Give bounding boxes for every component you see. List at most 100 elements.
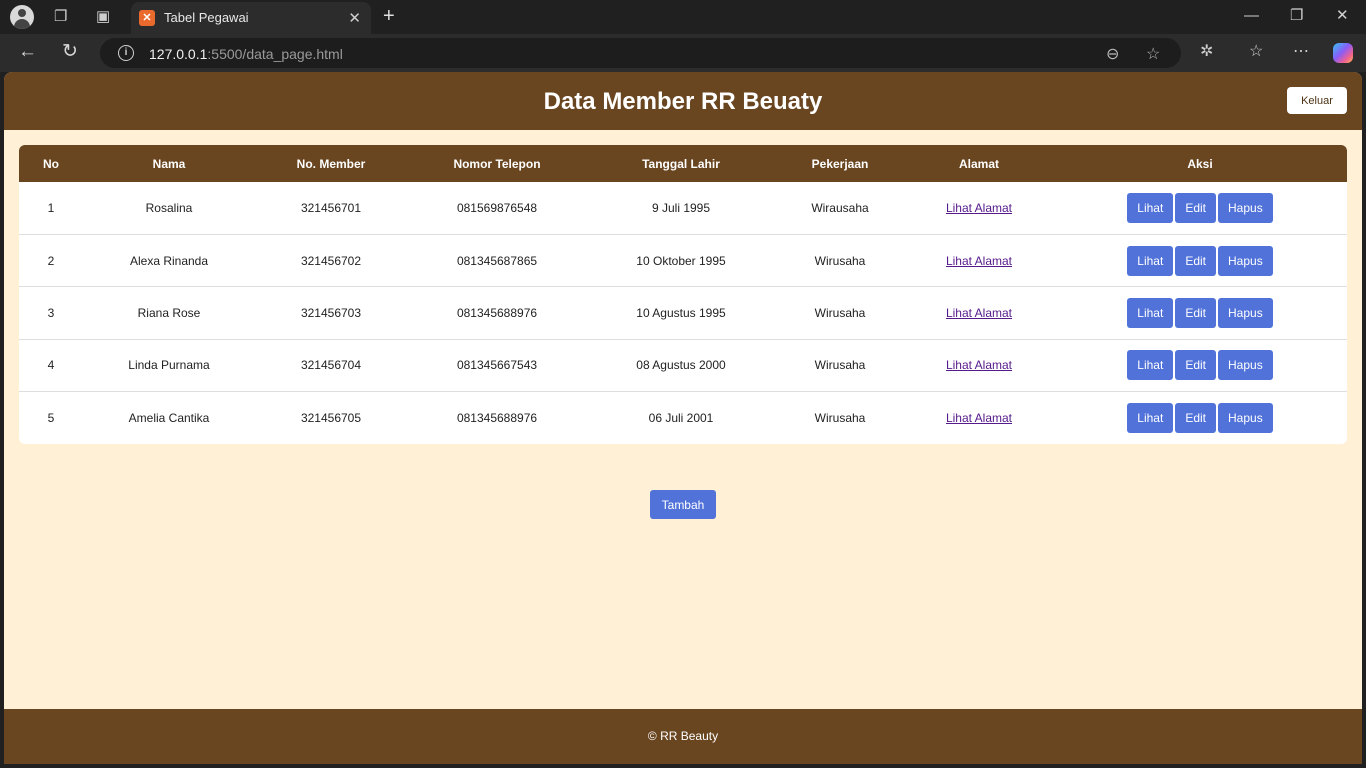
add-member-button[interactable]: Tambah: [650, 490, 716, 519]
tab-title: Tabel Pegawai: [164, 10, 249, 25]
cell-member: 321456705: [300, 411, 362, 425]
column-header-no-member: No. Member: [296, 156, 366, 171]
view-button[interactable]: Lihat: [1127, 403, 1174, 433]
column-header-tanggal-lahir: Tanggal Lahir: [642, 156, 720, 171]
delete-button[interactable]: Hapus: [1218, 192, 1273, 223]
page-title: Data Member RR Beuaty: [543, 88, 823, 115]
column-header-nama: Nama: [152, 156, 186, 171]
edit-button[interactable]: Edit: [1175, 297, 1217, 328]
close-tab-icon[interactable]: ✕: [348, 9, 361, 27]
cell-aksi: Lihat Edit Hapus: [1053, 182, 1347, 234]
cell-alamat: Lihat Alamat: [905, 339, 1053, 391]
cell-alamat: Lihat Alamat: [905, 287, 1053, 339]
tab-tabel-pegawai[interactable]: ✕ Tabel Pegawai ✕: [131, 2, 371, 34]
tab-actions-icon[interactable]: ▣: [96, 9, 110, 24]
cell-no: 5: [47, 411, 55, 425]
restore-icon[interactable]: ❐: [1290, 8, 1303, 23]
site-info-icon[interactable]: i: [118, 45, 134, 61]
column-header-aksi: Aksi: [1187, 156, 1213, 171]
address-bar[interactable]: i 127.0.0.1:5500/data_page.html ⊖ ☆: [100, 38, 1181, 68]
cell-no: 4: [47, 358, 55, 373]
edit-button[interactable]: Edit: [1175, 192, 1217, 223]
column-header-pekerjaan: Pekerjaan: [811, 156, 869, 171]
cell-lahir: 06 Juli 2001: [648, 411, 714, 425]
url-text[interactable]: 127.0.0.1:5500/data_page.html: [149, 46, 343, 62]
browser-toolbar: ← ↻ i 127.0.0.1:5500/data_page.html ⊖ ☆ …: [0, 34, 1366, 72]
view-button[interactable]: Lihat: [1127, 192, 1174, 223]
cell-lahir: 08 Agustus 2000: [636, 358, 726, 373]
cell-nama: Alexa Rinanda: [129, 253, 209, 268]
cell-member: 321456703: [300, 305, 362, 320]
delete-button[interactable]: Hapus: [1218, 245, 1273, 276]
view-button[interactable]: Lihat: [1127, 297, 1174, 328]
cell-telepon: 081345687865: [456, 253, 538, 268]
delete-button[interactable]: Hapus: [1218, 350, 1273, 381]
delete-button[interactable]: Hapus: [1218, 403, 1273, 433]
more-menu-icon[interactable]: ⋯: [1293, 44, 1309, 60]
cell-pekerjaan: Wirusaha: [814, 358, 866, 373]
footer-copyright: © RR Beauty: [647, 729, 719, 743]
cell-lahir: 9 Juli 1995: [651, 200, 711, 215]
cell-telepon: 081345688976: [456, 305, 538, 320]
extensions-icon[interactable]: ✲: [1200, 44, 1213, 60]
edit-button[interactable]: Edit: [1175, 350, 1217, 381]
url-host: 127.0.0.1: [149, 46, 208, 62]
view-address-link[interactable]: Lihat Alamat: [946, 358, 1012, 372]
view-address-link[interactable]: Lihat Alamat: [946, 201, 1012, 215]
logout-button[interactable]: Keluar: [1287, 87, 1347, 114]
xampp-icon: ✕: [139, 10, 155, 26]
cell-member: 321456702: [300, 253, 362, 268]
cell-no: 1: [47, 200, 55, 215]
cell-aksi: Lihat Edit Hapus: [1053, 287, 1347, 339]
column-header-no: No: [43, 156, 59, 171]
zoom-out-icon[interactable]: ⊖: [1106, 44, 1119, 64]
table-row: 2 Alexa Rinanda 321456702 081345687865 1…: [19, 234, 1347, 286]
cell-member: 321456704: [300, 358, 362, 373]
view-address-link[interactable]: Lihat Alamat: [946, 306, 1012, 320]
table-header-row: No Nama No. Member Nomor Telepon Tanggal…: [19, 145, 1347, 182]
table-row: 3 Riana Rose 321456703 081345688976 10 A…: [19, 286, 1347, 339]
page-header: Data Member RR Beuaty Keluar: [4, 72, 1362, 130]
page-content: Data Member RR Beuaty Keluar No Nama No.…: [4, 72, 1362, 764]
view-button[interactable]: Lihat: [1127, 350, 1174, 381]
cell-telepon: 081345688976: [456, 411, 538, 425]
minimize-icon[interactable]: —: [1244, 8, 1259, 23]
cell-lahir: 10 Oktober 1995: [636, 253, 726, 268]
view-button[interactable]: Lihat: [1127, 245, 1174, 276]
member-table: No Nama No. Member Nomor Telepon Tanggal…: [19, 145, 1347, 444]
cell-telepon: 081345667543: [456, 358, 538, 373]
cell-nama: Riana Rose: [137, 305, 201, 320]
cell-nama: Amelia Cantika: [128, 411, 210, 425]
copilot-icon[interactable]: [1333, 43, 1353, 63]
table-row: 4 Linda Purnama 321456704 081345667543 0…: [19, 339, 1347, 391]
view-address-link[interactable]: Lihat Alamat: [946, 411, 1012, 425]
reload-icon[interactable]: ↻: [62, 41, 78, 63]
favorite-star-icon[interactable]: ☆: [1146, 44, 1160, 64]
cell-member: 321456701: [300, 200, 362, 215]
window-close-icon[interactable]: ✕: [1336, 8, 1349, 23]
edit-button[interactable]: Edit: [1175, 403, 1217, 433]
back-icon[interactable]: ←: [18, 41, 37, 63]
browser-tab-bar: ❐ ▣ ✕ Tabel Pegawai ✕ + — ❐ ✕: [0, 0, 1366, 34]
table-row: 1 Rosalina 321456701 081569876548 9 Juli…: [19, 182, 1347, 234]
page-footer: © RR Beauty: [4, 709, 1362, 764]
member-table-container: No Nama No. Member Nomor Telepon Tanggal…: [19, 145, 1347, 444]
cell-pekerjaan: Wirusaha: [814, 305, 866, 320]
edit-button[interactable]: Edit: [1175, 245, 1217, 276]
favorites-icon[interactable]: ☆: [1249, 44, 1263, 60]
column-header-nomor-telepon: Nomor Telepon: [453, 156, 541, 171]
cell-no: 3: [47, 305, 55, 320]
cell-aksi: Lihat Edit Hapus: [1053, 392, 1347, 444]
profile-avatar-icon[interactable]: [10, 5, 34, 29]
cell-alamat: Lihat Alamat: [905, 392, 1053, 444]
cell-lahir: 10 Agustus 1995: [636, 305, 726, 320]
cell-pekerjaan: Wirausaha: [811, 200, 869, 215]
url-path: :5500/data_page.html: [207, 46, 343, 62]
new-tab-icon[interactable]: +: [383, 6, 395, 26]
delete-button[interactable]: Hapus: [1218, 297, 1273, 328]
cell-nama: Linda Purnama: [128, 358, 210, 373]
view-address-link[interactable]: Lihat Alamat: [946, 254, 1012, 268]
workspaces-icon[interactable]: ❐: [54, 9, 67, 24]
cell-pekerjaan: Wirusaha: [814, 253, 866, 268]
cell-pekerjaan: Wirusaha: [814, 411, 866, 425]
